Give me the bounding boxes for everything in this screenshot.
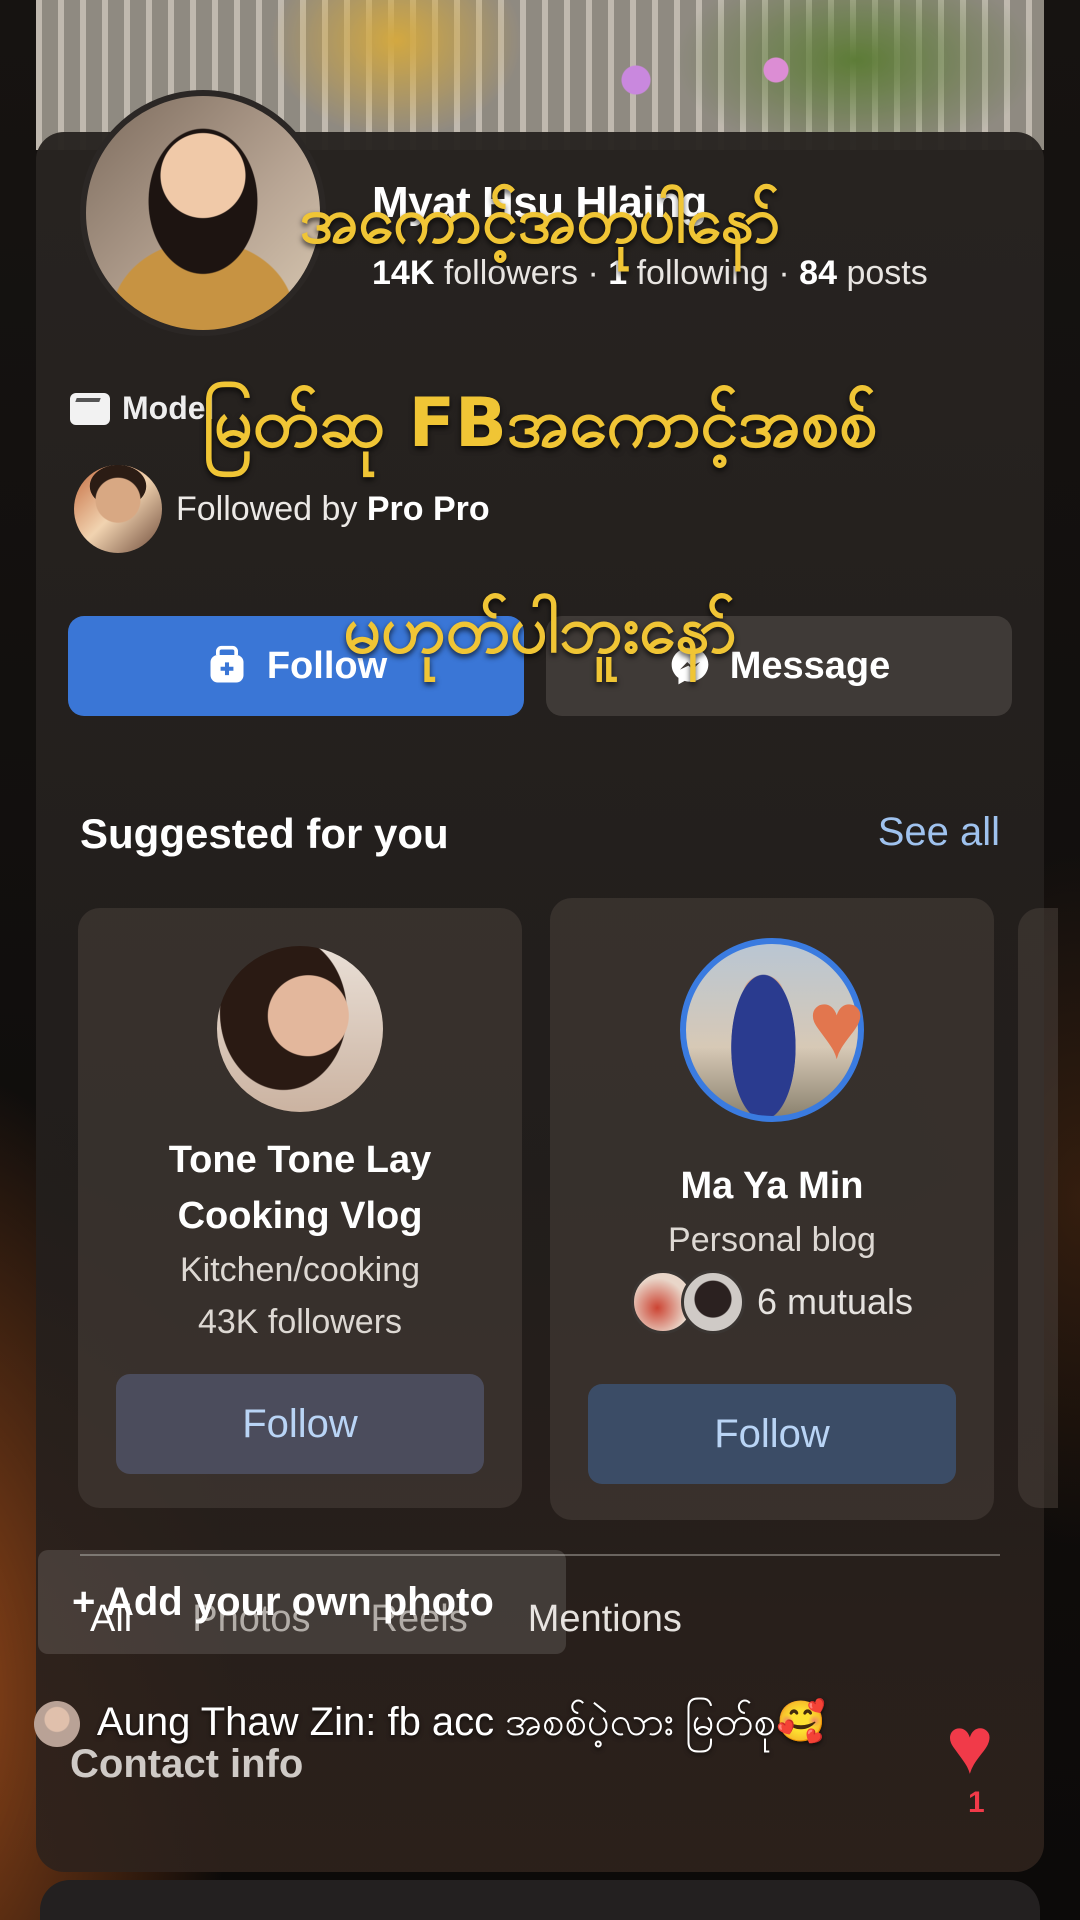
live-comment: Aung Thaw Zin: fb acc အစစ်ပဲ့လား မြတ်စု🥰 [34, 1694, 894, 1750]
overlay-caption-line1: အကောင့်အတုပါနော် [299, 184, 781, 258]
suggested-name[interactable]: Ma Ya Min [550, 1158, 994, 1214]
suggested-followers: 43K followers [197, 1303, 403, 1341]
suggested-card[interactable]: Ma Ya Min Personal blog 6 mutuals Follow [550, 898, 994, 1520]
followed-by-name[interactable]: Pro Pro [367, 490, 490, 528]
followed-by-prefix: Followed by [176, 489, 358, 528]
suggested-heading: Suggested for you [80, 810, 449, 857]
overlay-caption-line2: မြတ်ဆု FBအကောင့်အစစ် [202, 384, 878, 463]
mutuals-row[interactable]: 6 mutuals [550, 1270, 994, 1334]
see-all-link[interactable]: See all [878, 810, 1000, 855]
suggested-avatar[interactable] [217, 946, 383, 1112]
add-photo-button[interactable]: + Add your own photo [38, 1550, 566, 1654]
comment-author[interactable]: Aung Thaw Zin: [97, 1700, 376, 1744]
overlay-caption-line3: မဟုတ်ပါဘူးနော် [343, 591, 737, 668]
mutuals-count: 6 mutuals [756, 1281, 914, 1322]
comment-text: fb acc အစစ်ပဲ့လား မြတ်စု🥰 [387, 1700, 826, 1744]
suggested-follow-button[interactable]: Follow [588, 1384, 956, 1484]
suggested-follow-button[interactable]: Follow [116, 1374, 484, 1474]
like-heart-icon[interactable]: ♥ [946, 1706, 994, 1786]
followed-by-text: Followed by Pro Pro [176, 490, 490, 529]
heart-sticker-icon: ♥ [808, 972, 865, 1079]
suggested-category: Kitchen/cooking [179, 1251, 421, 1289]
mutual-avatar [680, 1270, 745, 1334]
suggested-card-peek[interactable] [1018, 908, 1058, 1508]
suggested-name-line1[interactable]: Tone Tone Lay [78, 1132, 522, 1188]
suggested-card[interactable]: Tone Tone Lay Cooking Vlog Kitchen/cooki… [78, 908, 522, 1508]
suggested-name-line2[interactable]: Cooking Vlog [78, 1188, 522, 1244]
suggested-category: Personal blog [668, 1221, 876, 1259]
commenter-avatar[interactable] [34, 1701, 80, 1748]
bottom-bar [40, 1880, 1040, 1920]
like-count: 1 [968, 1786, 985, 1819]
